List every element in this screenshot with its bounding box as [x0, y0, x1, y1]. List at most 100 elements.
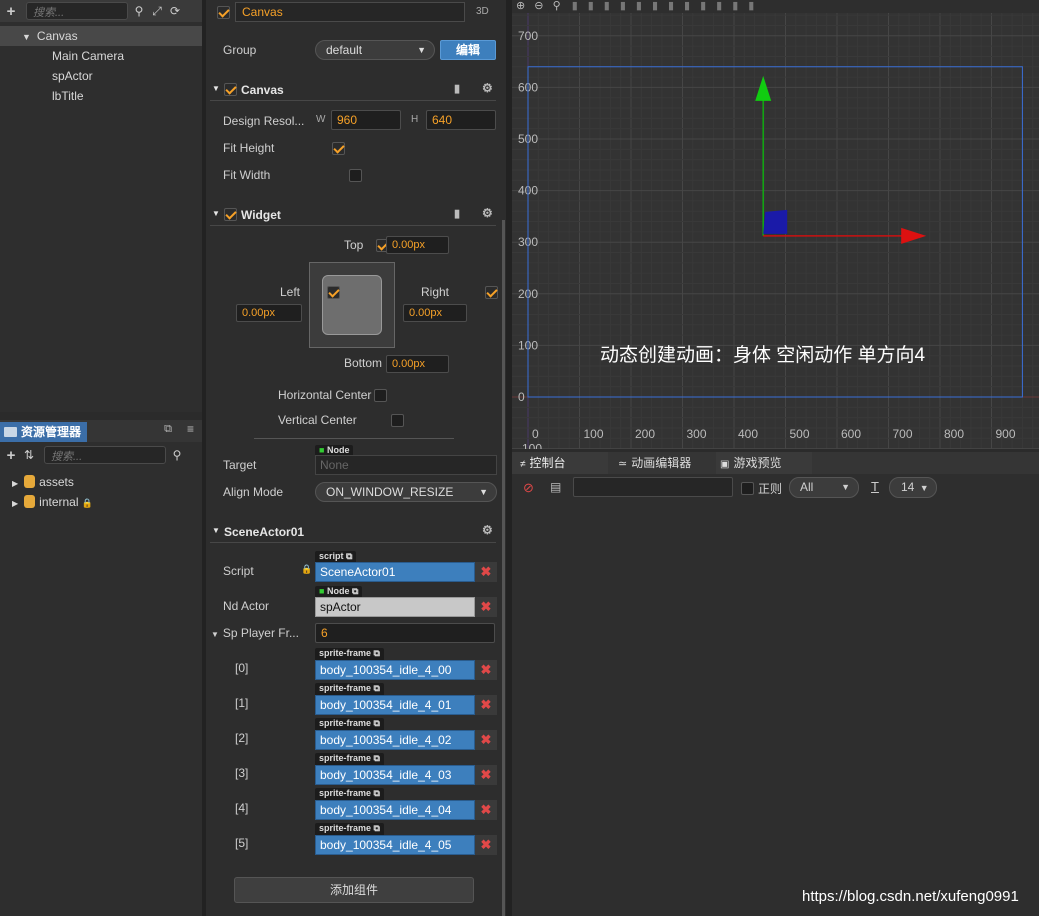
sprite-frame-field[interactable]: body_100354_idle_4_03 ✖ [315, 765, 497, 785]
asset-folder-assets[interactable]: ▶ assets [0, 472, 202, 492]
sprite-frame-field[interactable]: body_100354_idle_4_02 ✖ [315, 730, 497, 750]
sprite-frame-tag-label: sprite-frame [319, 648, 372, 658]
collapse-arrow-icon[interactable]: ▼ [211, 630, 219, 639]
sprite-frame-value[interactable]: body_100354_idle_4_00 [315, 660, 475, 680]
tree-item-lbtitle[interactable]: lbTitle [0, 86, 202, 106]
x-tick-label: 200 [635, 427, 655, 441]
nd-actor-value[interactable]: spActor [315, 597, 475, 617]
sprite-frame-field[interactable]: body_100354_idle_4_05 ✖ [315, 835, 497, 855]
script-asset-value[interactable]: SceneActor01 [315, 562, 475, 582]
collapsed-arrow-icon[interactable]: ▶ [12, 499, 18, 508]
zoom-reset-icon[interactable]: ⚲ [553, 0, 561, 12]
clear-icon[interactable]: ✖ [475, 597, 497, 617]
expand-arrow-icon[interactable]: ▼ [22, 32, 31, 42]
hierarchy-search-input[interactable]: 搜索... [26, 2, 128, 20]
clear-icon[interactable]: ✖ [475, 562, 497, 582]
clear-console-icon[interactable]: ⊘ [523, 480, 534, 496]
sprite-frame-field[interactable]: body_100354_idle_4_01 ✖ [315, 695, 497, 715]
sceneactor-component-header[interactable]: ▼ SceneActor01 ⚙ [210, 521, 496, 543]
add-icon[interactable]: + [4, 447, 18, 464]
script-asset-field[interactable]: SceneActor01 ✖ [315, 562, 497, 582]
widget-right-input[interactable]: 0.00px [403, 304, 467, 322]
design-width-input[interactable]: 960 [331, 110, 401, 130]
tab-game-preview[interactable]: ▣ 游戏预览 [716, 452, 812, 474]
assets-search-input[interactable]: 搜索... [44, 446, 166, 464]
gear-icon[interactable]: ⚙ [482, 523, 493, 537]
align-mode-select[interactable]: ON_WINDOW_RESIZE ▼ [315, 482, 497, 502]
clear-icon[interactable]: ✖ [475, 660, 497, 680]
node-name-input[interactable]: Canvas [235, 2, 465, 22]
menu-icon[interactable]: ≡ [187, 422, 194, 436]
mode-3d-toggle[interactable]: 3D [476, 6, 489, 17]
tree-item-spactor[interactable]: spActor [0, 66, 202, 86]
font-size-select[interactable]: 14 ▼ [889, 477, 937, 498]
sprite-frame-value[interactable]: body_100354_idle_4_04 [315, 800, 475, 820]
search-icon[interactable]: ⚲ [132, 4, 146, 18]
sprite-frame-value[interactable]: body_100354_idle_4_02 [315, 730, 475, 750]
horizontal-center-checkbox[interactable] [374, 389, 388, 403]
widget-component-header[interactable]: ▼ Widget ▮ ⚙ [210, 204, 496, 226]
collapse-arrow-icon[interactable]: ▼ [212, 526, 220, 535]
add-icon[interactable]: + [4, 3, 18, 20]
console-filter-input[interactable] [573, 477, 733, 497]
sprite-frame-value[interactable]: body_100354_idle_4_01 [315, 695, 475, 715]
log-level-select[interactable]: All ▼ [789, 477, 859, 498]
sprite-frame-field[interactable]: body_100354_idle_4_00 ✖ [315, 660, 497, 680]
search-icon[interactable]: ⚲ [170, 448, 184, 462]
fit-height-checkbox[interactable] [332, 142, 346, 156]
regex-checkbox[interactable] [741, 482, 754, 496]
dropdown-arrow-icon: ▼ [479, 487, 488, 497]
zoom-in-icon[interactable]: ⊕ [516, 0, 525, 12]
edit-group-button[interactable]: 编辑 [440, 40, 496, 60]
sprite-frame-field[interactable]: body_100354_idle_4_04 ✖ [315, 800, 497, 820]
tab-animation-editor[interactable]: ≃ 动画编辑器 [614, 452, 710, 474]
scene-viewport[interactable]: 7006005004003002001000-1000 100 200 300 400 5… [512, 13, 1039, 449]
asset-folder-internal[interactable]: ▶ internal 🔒 [0, 492, 202, 512]
clear-icon[interactable]: ✖ [475, 695, 497, 715]
tab-assets[interactable]: 资源管理器 [0, 422, 88, 442]
widget-left-input[interactable]: 0.00px [236, 304, 302, 322]
group-select[interactable]: default ▼ [315, 40, 435, 60]
tree-item-canvas[interactable]: ▼ Canvas [0, 26, 202, 46]
scrollbar[interactable] [502, 220, 505, 916]
clear-icon[interactable]: ✖ [475, 800, 497, 820]
widget-top-input[interactable]: 0.00px [386, 236, 449, 254]
tab-console[interactable]: ≠ 控制台 [512, 452, 608, 474]
target-field[interactable]: None [315, 455, 497, 475]
widget-bottom-input[interactable]: 0.00px [386, 355, 449, 373]
align-tools-icon[interactable]: ▮▮▮▮▮▮▮▮▮▮▮▮ [572, 0, 765, 12]
fit-width-checkbox[interactable] [348, 169, 362, 183]
refresh-icon[interactable]: ⟳ [168, 4, 182, 18]
gear-icon[interactable]: ⚙ [482, 206, 493, 220]
sort-icon[interactable]: ⇅ [22, 448, 36, 462]
widget-right-checkbox[interactable] [484, 286, 498, 300]
node-active-checkbox[interactable] [217, 6, 230, 20]
clear-icon[interactable]: ✖ [475, 835, 497, 855]
collapse-arrow-icon[interactable]: ▼ [212, 84, 220, 93]
sp-frames-count-input[interactable]: 6 [315, 623, 495, 643]
sprite-frame-value[interactable]: body_100354_idle_4_05 [315, 835, 475, 855]
book-icon[interactable]: ▮ [454, 207, 460, 220]
sprite-frame-type-tag: sprite-frame ⧉ [315, 753, 384, 765]
vertical-center-checkbox[interactable] [390, 414, 404, 428]
canvas-enabled-checkbox[interactable] [224, 83, 237, 97]
sprite-frame-value[interactable]: body_100354_idle_4_03 [315, 765, 475, 785]
zoom-out-icon[interactable]: ⊖ [534, 0, 543, 12]
widget-enabled-checkbox[interactable] [224, 208, 237, 222]
expand-icon[interactable]: ⤢ [150, 4, 164, 19]
clear-icon[interactable]: ✖ [475, 730, 497, 750]
nd-actor-field[interactable]: spActor ✖ [315, 597, 497, 617]
font-size-value: 14 [901, 480, 915, 494]
popout-icon[interactable]: ⧉ [164, 423, 172, 436]
clear-icon[interactable]: ✖ [475, 765, 497, 785]
gear-icon[interactable]: ⚙ [482, 81, 493, 95]
canvas-component-header[interactable]: ▼ Canvas ▮ ⚙ [210, 79, 496, 101]
book-icon[interactable]: ▮ [454, 82, 460, 95]
add-component-button[interactable]: 添加组件 [234, 877, 474, 903]
widget-left-checkbox[interactable] [327, 286, 341, 300]
collapsed-arrow-icon[interactable]: ▶ [12, 479, 18, 488]
design-height-input[interactable]: 640 [426, 110, 496, 130]
open-log-icon[interactable]: ▤ [550, 480, 561, 494]
tree-item-main-camera[interactable]: Main Camera [0, 46, 202, 66]
collapse-arrow-icon[interactable]: ▼ [212, 209, 220, 218]
